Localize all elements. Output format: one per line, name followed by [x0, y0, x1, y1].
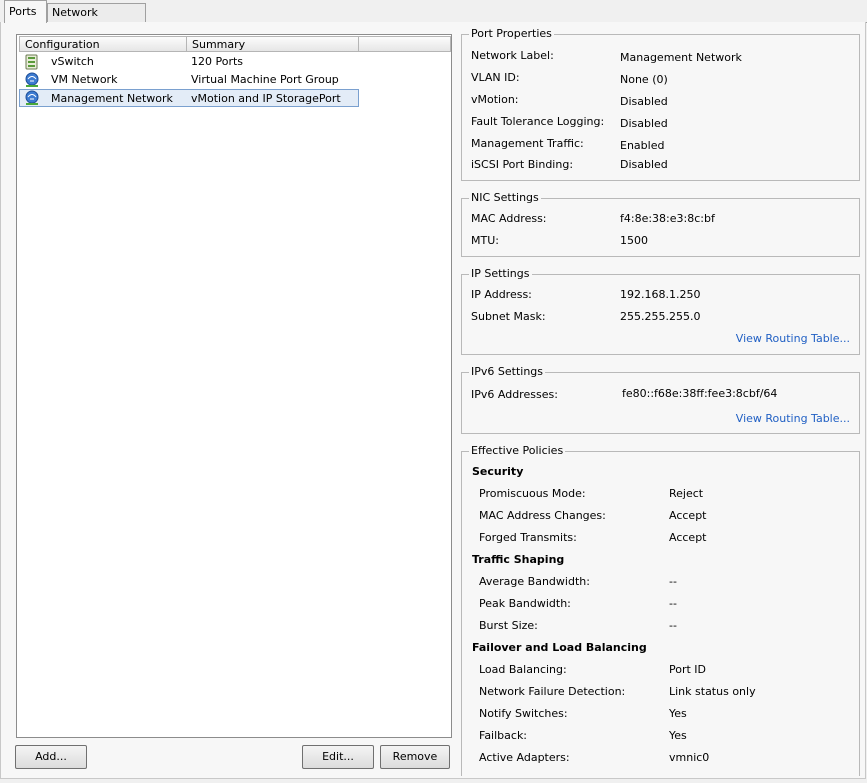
row-configuration: vSwitch [51, 55, 94, 68]
list-row-vswitch[interactable]: vSwitch 120 Ports [19, 53, 359, 71]
row-summary: Virtual Machine Port Group [191, 73, 339, 86]
property-value: f4:8e:38:e3:8c:bf [620, 212, 715, 225]
row-summary: vMotion and IP StoragePort [191, 92, 341, 105]
property-value: Disabled [620, 158, 668, 171]
group-title: IPv6 Settings [469, 365, 545, 378]
property-label: Fault Tolerance Logging: [471, 115, 605, 128]
property-label: Network Label: [471, 49, 554, 62]
policy-value: Accept [669, 509, 707, 522]
policy-label: Load Balancing: [479, 663, 567, 676]
property-value: 192.168.1.250 [620, 288, 701, 301]
property-label: VLAN ID: [471, 71, 520, 84]
policy-value: vmnic0 [669, 751, 710, 764]
section-heading-security: Security [472, 465, 524, 478]
property-value: None (0) [620, 73, 668, 86]
policy-label: Network Failure Detection: [479, 685, 626, 698]
policy-value: -- [669, 619, 677, 632]
list-header: Configuration Summary [19, 36, 451, 53]
group-title: IP Settings [469, 267, 532, 280]
tab-ports[interactable]: Ports [4, 0, 47, 23]
view-routing-table-link[interactable]: View Routing Table... [736, 332, 850, 345]
policy-value: Yes [669, 729, 687, 742]
property-label: iSCSI Port Binding: [471, 158, 574, 171]
column-header-configuration[interactable]: Configuration [19, 36, 187, 52]
nic-settings-group: NIC Settings MAC Address: f4:8e:38:e3:8c… [461, 191, 860, 257]
port-group-icon [24, 72, 40, 88]
policy-value: Port ID [669, 663, 707, 676]
policy-label: Promiscuous Mode: [479, 487, 586, 500]
property-value: 1500 [620, 234, 648, 247]
property-value: 255.255.255.0 [620, 310, 701, 323]
policy-value: Accept [669, 531, 707, 544]
policy-label: Peak Bandwidth: [479, 597, 571, 610]
tab-bar: Ports Network Adapters [0, 0, 867, 37]
policy-label: Notify Switches: [479, 707, 568, 720]
policy-value: -- [669, 597, 677, 610]
row-configuration: Management Network [51, 92, 173, 105]
list-row-vm-network[interactable]: VM Network Virtual Machine Port Group [19, 71, 359, 89]
property-label: IP Address: [471, 288, 532, 301]
property-label: MTU: [471, 234, 499, 247]
add-button[interactable]: Add... [15, 745, 87, 769]
row-configuration: VM Network [51, 73, 118, 86]
property-value: Disabled [620, 117, 668, 130]
edit-button[interactable]: Edit... [302, 745, 374, 769]
policy-label: Active Adapters: [479, 751, 570, 764]
vswitch-icon [24, 54, 40, 70]
property-label: MAC Address: [471, 212, 547, 225]
property-label: Management Traffic: [471, 137, 584, 150]
row-summary: 120 Ports [191, 55, 244, 68]
section-heading-failover: Failover and Load Balancing [472, 641, 647, 654]
policy-label: Burst Size: [479, 619, 538, 632]
property-label: IPv6 Addresses: [471, 388, 558, 401]
property-value: Disabled [620, 95, 668, 108]
policy-label: Failback: [479, 729, 528, 742]
column-header-empty[interactable] [359, 36, 451, 52]
policy-value: Link status only [669, 685, 756, 698]
port-group-icon [24, 90, 40, 106]
policy-value: Yes [669, 707, 687, 720]
tab-network-adapters[interactable]: Network Adapters [47, 3, 146, 37]
ipv6-settings-group: IPv6 Settings IPv6 Addresses: fe80::f68e… [461, 365, 860, 434]
property-label: Subnet Mask: [471, 310, 546, 323]
column-header-summary[interactable]: Summary [187, 36, 359, 52]
list-row-management-network[interactable]: Management Network vMotion and IP Storag… [19, 89, 359, 107]
policy-value: Reject [669, 487, 704, 500]
group-title: NIC Settings [469, 191, 541, 204]
section-heading-traffic-shaping: Traffic Shaping [472, 553, 565, 566]
property-label: vMotion: [471, 93, 519, 106]
property-value: Enabled [620, 139, 665, 152]
remove-button[interactable]: Remove [380, 745, 450, 769]
port-properties-group: Port Properties Network Label: Managemen… [461, 27, 860, 181]
view-routing-table-link[interactable]: View Routing Table... [736, 412, 850, 425]
policy-label: MAC Address Changes: [479, 509, 606, 522]
group-title: Port Properties [469, 27, 554, 40]
effective-policies-group: Effective Policies Security Promiscuous … [461, 444, 860, 776]
policy-label: Forged Transmits: [479, 531, 577, 544]
property-value: Management Network [620, 51, 742, 64]
configuration-list[interactable]: Configuration Summary vSwitch 120 Ports … [16, 34, 452, 738]
policy-label: Average Bandwidth: [479, 575, 590, 588]
policy-value: -- [669, 575, 677, 588]
property-value: fe80::f68e:38ff:fee3:8cbf/64 [622, 387, 778, 400]
policies-viewport: Security Promiscuous Mode: Reject MAC Ad… [462, 452, 859, 776]
ip-settings-group: IP Settings IP Address: 192.168.1.250 Su… [461, 267, 860, 355]
